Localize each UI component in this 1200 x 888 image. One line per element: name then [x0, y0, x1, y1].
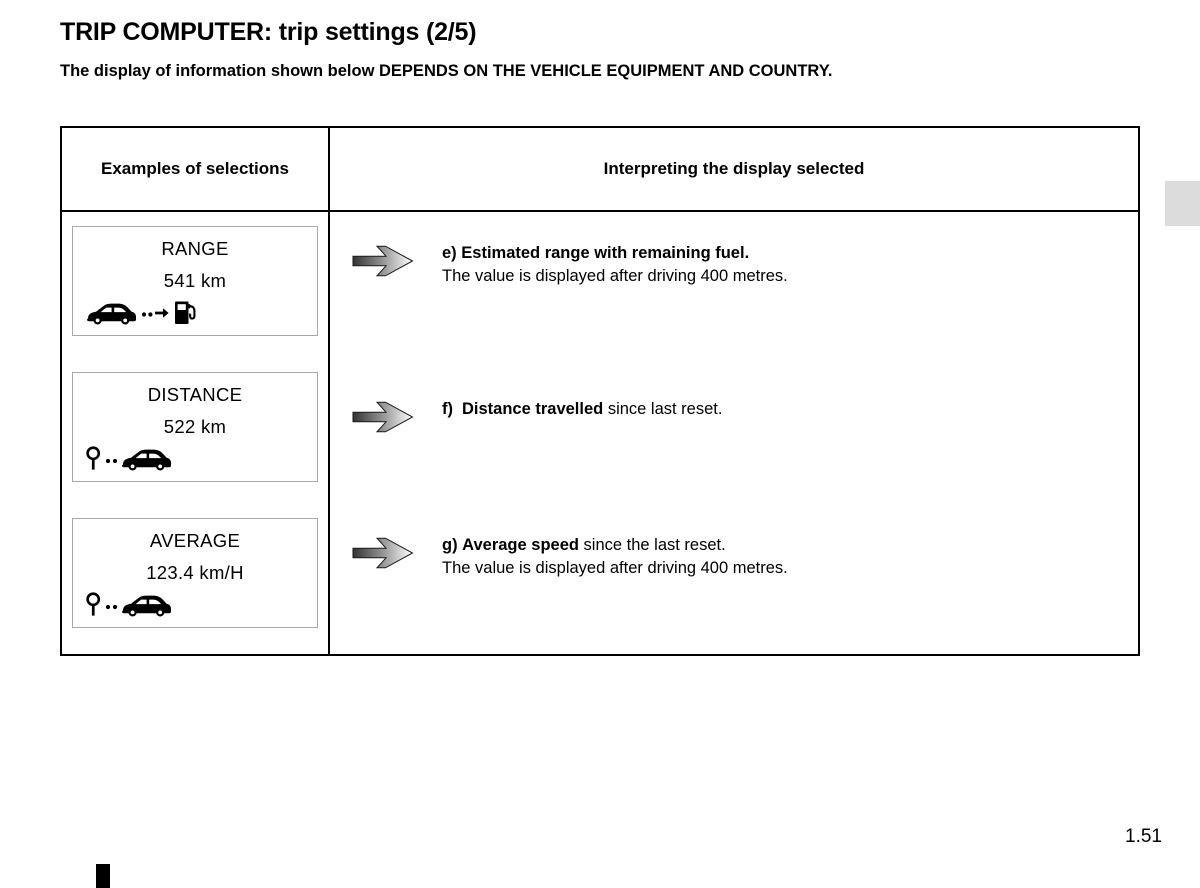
column-header-examples: Examples of selections: [100, 159, 290, 178]
interpretation-rest: since last reset.: [603, 400, 723, 418]
interpretation-text: g) Average speed since the last reset. T…: [442, 534, 788, 580]
interpretation-row: g) Average speed since the last reset. T…: [352, 534, 1118, 580]
table-header-cell-right: Interpreting the display selected: [330, 128, 1138, 210]
page-number: 1.51: [1125, 826, 1162, 847]
interpretation-row: e) Estimated range with remaining fuel. …: [352, 242, 1118, 288]
map-pin-icon: [85, 592, 102, 618]
table-header-cell-left: Examples of selections: [62, 128, 330, 210]
dots-icon: [105, 600, 119, 610]
display-value: 522 km: [163, 416, 227, 437]
interpretation-row: f) Distance travelled since last reset.: [352, 398, 1118, 438]
interpretation-bold: Estimated range with remaining fuel.: [461, 244, 750, 262]
arrow-right-gradient-icon: [352, 245, 414, 282]
display-title: DISTANCE: [147, 384, 243, 405]
dots-icon: [141, 308, 153, 318]
display-title: AVERAGE: [149, 530, 241, 551]
display-icon-group: [85, 298, 197, 328]
display-value: 541 km: [163, 270, 227, 291]
arrow-right-gradient-icon: [352, 401, 414, 438]
interpretation-line-secondary: The value is displayed after driving 400…: [442, 558, 788, 577]
content-table: Examples of selections Interpreting the …: [60, 126, 1140, 656]
interpretation-line-primary: e) Estimated range with remaining fuel.: [442, 242, 788, 265]
interpretation-text: e) Estimated range with remaining fuel. …: [442, 242, 788, 288]
interpretation-marker: e): [442, 244, 457, 262]
map-pin-icon: [85, 446, 102, 472]
section-tab-marker: [1165, 181, 1200, 226]
fuel-pump-icon: [174, 300, 197, 326]
interpretation-line-primary: g) Average speed since the last reset.: [442, 534, 788, 557]
display-box-average: AVERAGE 123.4 km/H: [72, 518, 318, 628]
display-icon-group: [85, 444, 172, 474]
column-header-interpreting: Interpreting the display selected: [603, 159, 865, 178]
table-header-row: Examples of selections Interpreting the …: [62, 128, 1138, 212]
page-title: TRIP COMPUTER: trip settings (2/5): [60, 18, 477, 46]
car-icon: [120, 447, 172, 471]
interpretation-line-secondary: The value is displayed after driving 400…: [442, 266, 788, 285]
table-body-row: RANGE 541 km DISTANCE 522 km AVERAGE 123…: [62, 212, 1138, 654]
selections-column: RANGE 541 km DISTANCE 522 km AVERAGE 123…: [62, 212, 330, 654]
display-value: 123.4 km/H: [146, 562, 244, 583]
display-icon-group: [85, 590, 172, 620]
dots-icon: [105, 454, 119, 464]
car-icon: [85, 301, 137, 325]
bottom-edge-marker: [96, 864, 110, 888]
arrow-right-icon: [155, 307, 169, 319]
interpretation-text: f) Distance travelled since last reset.: [442, 398, 722, 421]
interpretation-bold: Average speed: [462, 536, 579, 554]
arrow-right-gradient-icon: [352, 537, 414, 574]
interpretation-rest: since the last reset.: [578, 536, 726, 554]
display-box-range: RANGE 541 km: [72, 226, 318, 336]
display-title: RANGE: [161, 238, 229, 259]
interpretation-marker: f): [442, 400, 453, 418]
interpretation-bold: Distance travelled: [462, 400, 604, 418]
car-icon: [120, 593, 172, 617]
interpretation-line-primary: f) Distance travelled since last reset.: [442, 398, 722, 421]
interpretation-marker: g): [442, 536, 458, 554]
interpretation-column: e) Estimated range with remaining fuel. …: [330, 212, 1138, 654]
page-subtitle: The display of information shown below D…: [60, 62, 833, 80]
display-box-distance: DISTANCE 522 km: [72, 372, 318, 482]
